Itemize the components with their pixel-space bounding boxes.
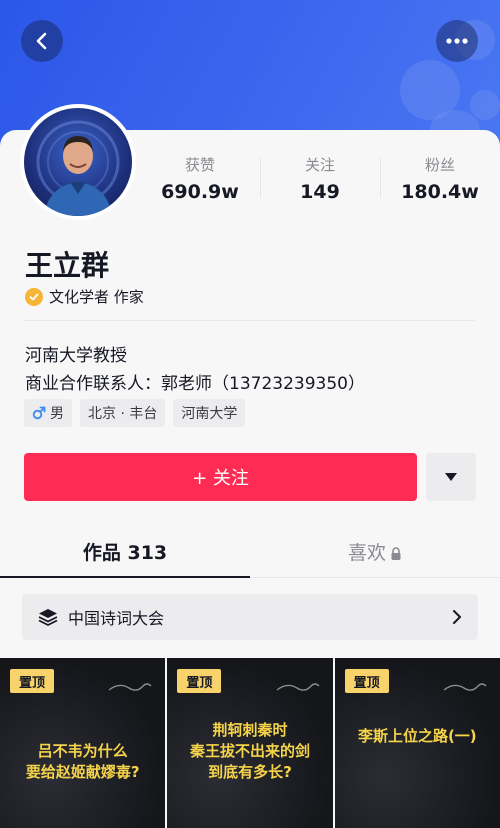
verification-badge: 文化学者 作家 — [25, 286, 144, 307]
video-grid: 置顶 吕不韦为什么 要给赵姬献嫪毐? 置顶 荆轲刺秦时 秦王拔不出来的剑 到底有… — [0, 658, 500, 828]
tag-school: 河南大学 — [173, 399, 246, 427]
collection-label: 中国诗词大会 — [68, 609, 165, 628]
chevron-right-icon — [453, 610, 461, 624]
caption-line: 要给赵姬献嫪毐? — [25, 763, 140, 781]
tab-label: 作品 313 — [82, 542, 168, 564]
stat-likes[interactable]: 获赞 690.9w — [140, 150, 260, 210]
bio-line: 河南大学教授 — [25, 346, 127, 366]
collection-row[interactable]: 中国诗词大会 — [22, 594, 478, 640]
more-options-button[interactable] — [436, 20, 478, 62]
stat-value: 180.4w — [401, 181, 479, 203]
tag-label: 河南大学 — [181, 406, 238, 422]
stat-label: 粉丝 — [424, 156, 455, 174]
caption-line: 李斯上位之路(一) — [357, 727, 477, 745]
video-caption: 荆轲刺秦时 秦王拔不出来的剑 到底有多长? — [175, 720, 324, 783]
tag-label: 北京 · 丰台 — [88, 406, 158, 422]
verified-check-icon — [25, 287, 43, 306]
back-button[interactable] — [21, 20, 63, 62]
tag-label: 男 — [50, 406, 64, 422]
video-tile[interactable]: 置顶 荆轲刺秦时 秦王拔不出来的剑 到底有多长? — [167, 658, 333, 828]
avatar[interactable] — [20, 104, 136, 220]
stat-following[interactable]: 关注 149 — [260, 150, 380, 210]
tab-label: 喜欢 — [347, 542, 386, 564]
video-tile[interactable]: 置顶 吕不韦为什么 要给赵姬献嫪毐? — [0, 658, 166, 828]
stat-label: 关注 — [304, 156, 335, 174]
caption-line: 到底有多长? — [208, 763, 292, 781]
male-icon — [32, 406, 46, 420]
caret-down-icon — [445, 473, 457, 481]
stat-followers[interactable]: 粉丝 180.4w — [380, 150, 500, 210]
follow-button[interactable]: + 关注 — [24, 453, 417, 501]
cloud-ornament-icon — [443, 683, 487, 691]
video-tile[interactable]: 置顶 李斯上位之路(一) — [334, 658, 500, 828]
video-caption: 李斯上位之路(一) — [343, 726, 492, 747]
stat-value: 149 — [300, 181, 340, 203]
divider — [25, 320, 475, 321]
follow-label: + 关注 — [192, 468, 249, 489]
stat-label: 获赞 — [184, 156, 215, 174]
chevron-left-icon — [36, 32, 47, 50]
caption-line: 荆轲刺秦时 — [212, 721, 288, 739]
tag-gender: 男 — [24, 399, 72, 427]
pinned-badge: 置顶 — [177, 669, 222, 693]
profile-stats: 获赞 690.9w 关注 149 粉丝 180.4w — [140, 150, 500, 210]
ellipsis-icon — [446, 38, 468, 44]
tag-location: 北京 · 丰台 — [80, 399, 166, 427]
tab-works[interactable]: 作品 313 — [0, 530, 250, 578]
cloud-ornament-icon — [276, 683, 320, 691]
profile-name: 王立群 — [25, 249, 110, 282]
stat-value: 690.9w — [161, 181, 239, 203]
lock-icon — [391, 547, 401, 560]
bio-line: 商业合作联系人：郭老师（13723239350） — [25, 374, 365, 394]
pinned-badge: 置顶 — [344, 669, 389, 693]
layers-icon — [38, 609, 58, 626]
content-tabs: 作品 313 喜欢 — [0, 530, 500, 578]
caption-line: 秦王拔不出来的剑 — [189, 742, 310, 760]
verification-text: 文化学者 作家 — [49, 288, 144, 306]
recommend-dropdown-button[interactable] — [426, 453, 476, 501]
video-caption: 吕不韦为什么 要给赵姬献嫪毐? — [8, 741, 157, 783]
cloud-ornament-icon — [108, 683, 152, 691]
pinned-badge: 置顶 — [10, 669, 54, 693]
caption-line: 吕不韦为什么 — [37, 742, 128, 760]
profile-tags: 男 北京 · 丰台 河南大学 — [24, 399, 246, 427]
tab-likes[interactable]: 喜欢 — [250, 530, 500, 577]
